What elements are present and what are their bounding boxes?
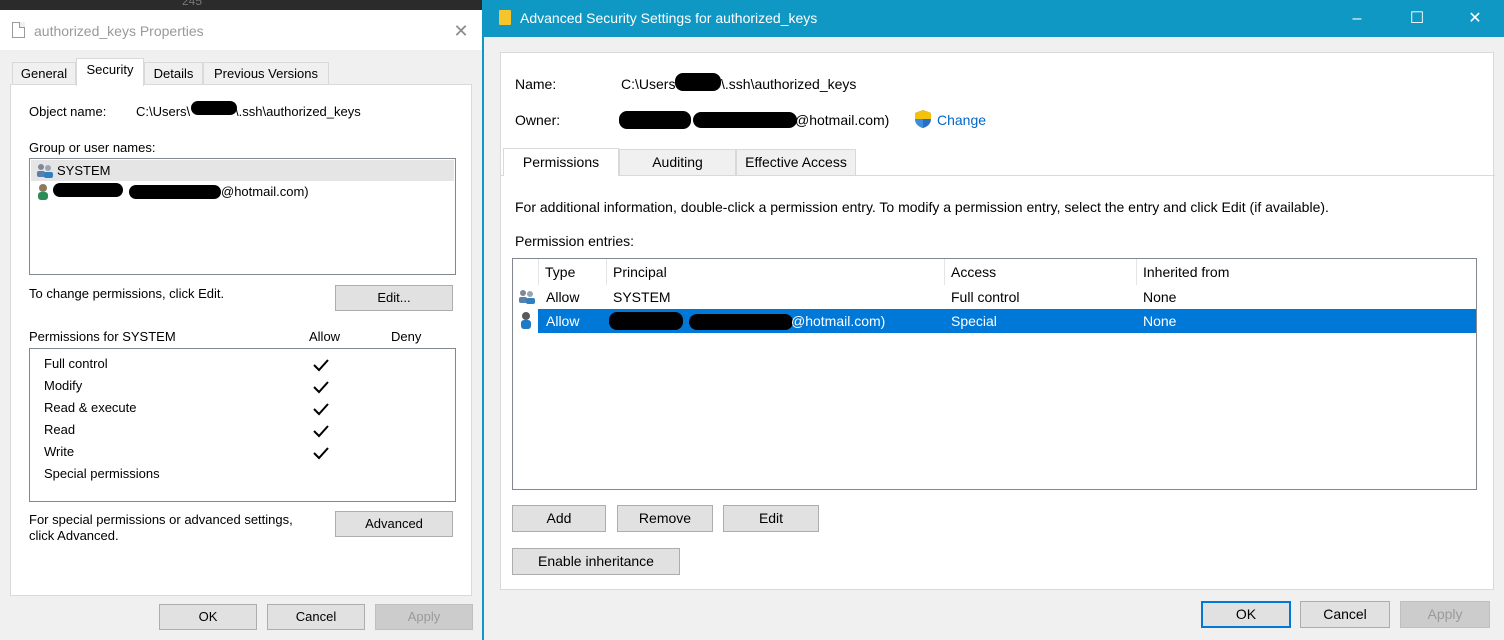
advanced-title: Advanced Security Settings for authorize…	[520, 10, 818, 26]
edit-button[interactable]: Edit	[723, 505, 819, 532]
minimize-icon[interactable]: –	[1334, 0, 1380, 37]
table-row-selected[interactable]: Allow @hotmail.com) Special None	[513, 309, 1476, 333]
permissions-for-label: Permissions for SYSTEM	[29, 329, 176, 344]
ok-button[interactable]: OK	[159, 604, 257, 630]
users-group-icon	[37, 164, 53, 178]
edit-button[interactable]: Edit...	[335, 285, 453, 311]
name-label: Name:	[515, 76, 557, 92]
list-item-label: SYSTEM	[57, 163, 111, 178]
permission-row: Read & execute	[44, 400, 137, 415]
info-text: For additional information, double-click…	[515, 199, 1329, 215]
cancel-button[interactable]: Cancel	[1300, 601, 1390, 628]
redacted-email	[129, 185, 221, 199]
security-tab-panel: Object name: C:\Users\ \.ssh\authorized_…	[10, 84, 472, 596]
add-button[interactable]: Add	[512, 505, 606, 532]
cell-access: Special	[951, 313, 997, 329]
permission-entries-table[interactable]: Type Principal Access Inherited from All…	[512, 258, 1477, 490]
checkmark-icon	[313, 403, 329, 416]
object-name-label: Object name:	[29, 104, 107, 119]
column-header-inherited[interactable]: Inherited from	[1137, 259, 1476, 285]
table-row[interactable]: Allow SYSTEM Full control None	[513, 285, 1476, 309]
permission-entries-label: Permission entries:	[515, 233, 635, 249]
permission-row: Read	[44, 422, 76, 437]
column-header-type[interactable]: Type	[539, 259, 607, 285]
background-taskbar-strip: 245	[0, 0, 482, 10]
tab-effective-access[interactable]: Effective Access	[736, 149, 856, 175]
tab-permissions[interactable]: Permissions	[503, 148, 619, 176]
list-item-label: @hotmail.com)	[221, 184, 309, 199]
deny-column-header: Deny	[391, 329, 422, 344]
advanced-button[interactable]: Advanced	[335, 511, 453, 537]
ok-button[interactable]: OK	[1201, 601, 1291, 628]
advanced-hint-line1: For special permissions or advanced sett…	[29, 512, 293, 527]
background-number: 245	[182, 0, 203, 8]
user-list[interactable]: SYSTEM @hotmail.com)	[29, 158, 456, 275]
apply-button[interactable]: Apply	[1400, 601, 1490, 628]
redacted-principal-email	[689, 314, 793, 330]
cell-access: Full control	[951, 289, 1020, 305]
tab-previous-versions[interactable]: Previous Versions	[203, 62, 329, 86]
advanced-security-dialog: Advanced Security Settings for authorize…	[482, 0, 1504, 640]
tab-auditing[interactable]: Auditing	[619, 149, 736, 175]
redacted-owner-name	[619, 111, 691, 129]
advanced-hint-line2: click Advanced.	[29, 528, 119, 543]
remove-button[interactable]: Remove	[617, 505, 713, 532]
owner-label: Owner:	[515, 112, 561, 128]
permissions-list[interactable]: Full control Modify Read & execute Read …	[29, 348, 456, 502]
column-icon	[513, 259, 539, 285]
redacted-owner-email	[693, 112, 797, 128]
properties-titlebar[interactable]: authorized_keys Properties ✕	[0, 10, 482, 50]
properties-dialog: authorized_keys Properties ✕ General Sec…	[0, 10, 482, 640]
name-prefix: C:\Users\	[621, 76, 680, 92]
cell-inherited: None	[1143, 313, 1177, 329]
user-icon	[38, 184, 48, 200]
tab-divider	[501, 175, 1495, 176]
cell-type: Allow	[546, 289, 580, 305]
user-icon	[521, 312, 531, 329]
cell-principal: @hotmail.com)	[791, 313, 886, 329]
tab-general[interactable]: General	[12, 62, 76, 86]
group-or-user-names-label: Group or user names:	[29, 140, 156, 155]
folder-icon	[499, 10, 511, 25]
permission-row: Full control	[44, 356, 108, 371]
tab-security[interactable]: Security	[76, 58, 144, 86]
tab-details[interactable]: Details	[144, 62, 203, 86]
maximize-icon[interactable]: ☐	[1394, 0, 1440, 37]
allow-column-header: Allow	[309, 329, 341, 344]
column-header-principal[interactable]: Principal	[607, 259, 945, 285]
cell-principal: SYSTEM	[613, 289, 671, 305]
apply-button[interactable]: Apply	[375, 604, 473, 630]
enable-inheritance-button[interactable]: Enable inheritance	[512, 548, 680, 575]
users-group-icon	[519, 290, 535, 304]
cell-inherited: None	[1143, 289, 1177, 305]
name-suffix: \.ssh\authorized_keys	[721, 76, 857, 92]
file-icon	[12, 22, 25, 38]
permission-row: Write	[44, 444, 75, 459]
checkmark-icon	[313, 425, 329, 438]
redacted-username	[191, 101, 237, 115]
close-icon[interactable]: ✕	[1452, 0, 1498, 37]
owner-suffix: @hotmail.com)	[795, 112, 890, 128]
checkmark-icon	[313, 381, 329, 394]
redacted-principal-name	[609, 312, 683, 330]
redacted-name	[53, 183, 123, 197]
list-item-system[interactable]: SYSTEM	[31, 160, 454, 181]
column-header-access[interactable]: Access	[945, 259, 1137, 285]
permission-row: Special permissions	[44, 466, 160, 481]
shield-icon	[915, 110, 931, 128]
advanced-titlebar[interactable]: Advanced Security Settings for authorize…	[484, 0, 1504, 37]
change-owner-link[interactable]: Change	[937, 112, 986, 128]
checkmark-icon	[313, 359, 329, 372]
object-name-prefix: C:\Users\	[136, 104, 191, 119]
checkmark-icon	[313, 447, 329, 460]
cancel-button[interactable]: Cancel	[267, 604, 365, 630]
permission-row: Modify	[44, 378, 83, 393]
list-item-user[interactable]: @hotmail.com)	[31, 181, 454, 202]
redacted-username	[675, 73, 721, 91]
properties-title: authorized_keys Properties	[34, 23, 204, 39]
close-icon[interactable]: ✕	[446, 18, 476, 44]
cell-type: Allow	[546, 313, 580, 329]
change-permissions-hint: To change permissions, click Edit.	[29, 286, 225, 301]
object-name-suffix: \.ssh\authorized_keys	[235, 104, 361, 119]
